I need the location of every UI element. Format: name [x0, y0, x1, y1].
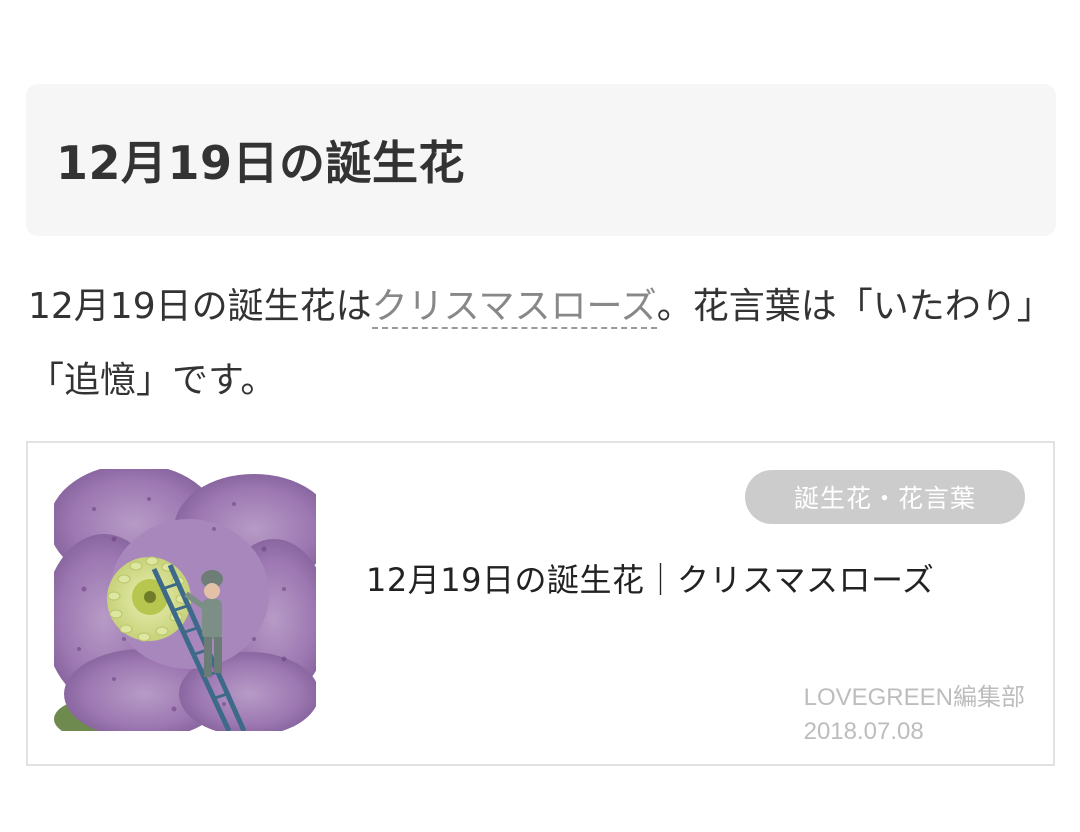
- category-badge[interactable]: 誕生花・花言葉: [745, 470, 1025, 524]
- related-article-card[interactable]: 誕生花・花言葉 12月19日の誕生花｜クリスマスローズ LOVEGREEN編集部…: [26, 441, 1055, 766]
- section-heading-box: 12月19日の誕生花: [26, 84, 1056, 236]
- intro-text-before: 12月19日の誕生花は: [28, 286, 372, 327]
- section-heading: 12月19日の誕生花: [56, 136, 466, 190]
- article-thumbnail[interactable]: [54, 469, 316, 731]
- article-date: 2018.07.08: [803, 718, 924, 745]
- article-author: LOVEGREEN編集部: [803, 684, 1025, 711]
- article-meta: LOVEGREEN編集部 2018.07.08: [804, 681, 1025, 749]
- article-title[interactable]: 12月19日の誕生花｜クリスマスローズ: [366, 555, 934, 601]
- christmas-rose-link[interactable]: クリスマスローズ: [371, 286, 657, 329]
- intro-paragraph: 12月19日の誕生花はクリスマスローズ。花言葉は「いたわり」「追憶」です。: [28, 270, 1058, 418]
- christmas-rose-image: [54, 469, 316, 731]
